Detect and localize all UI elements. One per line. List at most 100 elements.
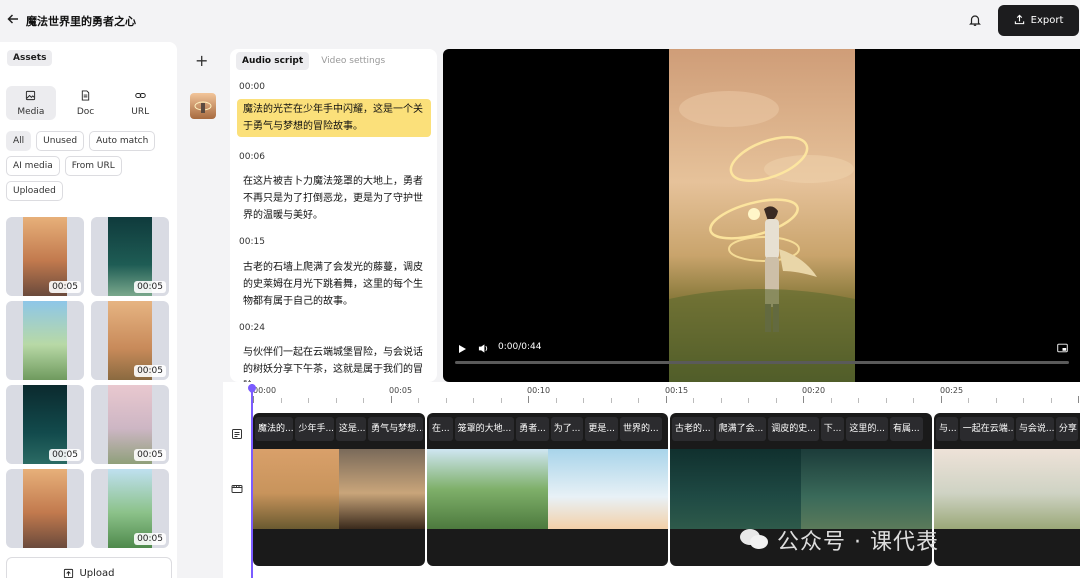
subtitle-chip[interactable]: 更是... (585, 417, 618, 441)
volume-icon[interactable] (478, 343, 489, 354)
media-thumbnail[interactable] (6, 301, 84, 380)
ruler-tick (748, 398, 749, 403)
script-tabs: Audio script Video settings (236, 52, 391, 70)
export-label: Export (1030, 15, 1064, 26)
play-icon[interactable] (457, 344, 467, 354)
ruler-label: 00:15 (665, 386, 689, 395)
assets-panel: Assets Media Doc URL All Unused Auto mat… (0, 42, 177, 578)
video-strip (670, 449, 932, 529)
subtitle-chip[interactable]: 为了... (550, 417, 584, 441)
segment-text[interactable]: 古老的石墙上爬满了会发光的藤蔓，调皮的史莱姆在月光下跳着舞，这里的每个生物都有属… (237, 257, 431, 312)
subtitle-chip[interactable]: 魔法的... (255, 417, 294, 441)
ruler-tick (858, 398, 859, 403)
filter-uploaded[interactable]: Uploaded (6, 181, 63, 201)
subtitle-chip[interactable]: 在... (429, 417, 453, 441)
video-strip (934, 449, 1080, 529)
upload-button[interactable]: Upload (6, 557, 172, 578)
segment-text[interactable]: 与伙伴们一起在云端城堡冒险，与会说话的树妖分享下午茶，这就是属于我们的冒险 (237, 342, 431, 382)
subtitle-chip[interactable]: 少年手... (295, 417, 334, 441)
subtitle-chip[interactable]: 笼罩的大地... (454, 417, 515, 441)
segment-time: 00:06 (239, 152, 265, 162)
filter-chips: All Unused Auto match AI media From URL … (6, 131, 172, 201)
subtitle-chip[interactable]: 古老的... (672, 417, 714, 441)
ruler-tick (968, 398, 969, 403)
timeline-clip[interactable]: 在... 笼罩的大地... 勇者... 为了... 更是... 世界的... (427, 413, 668, 566)
ruler-tick (390, 396, 392, 403)
ruler-tick (445, 398, 447, 403)
ruler-tick (720, 398, 722, 403)
subtitle-chip[interactable]: 一起在云端... (959, 417, 1014, 441)
tab-url[interactable]: URL (115, 86, 165, 120)
subtitle-chip[interactable]: 与会说... (1015, 417, 1054, 441)
tab-video-settings[interactable]: Video settings (315, 52, 391, 70)
add-scene-plus-icon[interactable]: + (195, 51, 208, 70)
thumbnail-duration: 00:05 (134, 365, 166, 377)
ruler-tick (1023, 398, 1024, 403)
assets-tab[interactable]: Assets (7, 50, 53, 66)
filter-all[interactable]: All (6, 131, 32, 151)
ruler-tick (555, 398, 557, 403)
video-strip (253, 449, 425, 529)
filter-unused[interactable]: Unused (36, 131, 85, 151)
video-frame-thumb (934, 449, 1080, 529)
ruler-tick (583, 398, 584, 403)
video-frame-thumb (339, 449, 425, 529)
ruler-tick (693, 398, 694, 403)
tab-media-label: Media (17, 106, 45, 117)
link-icon (134, 90, 146, 104)
media-thumbnail[interactable]: 00:05 (6, 217, 84, 296)
filter-auto-match[interactable]: Auto match (89, 131, 156, 151)
ruler-tick (885, 398, 887, 403)
segment-text[interactable]: 魔法的光芒在少年手中闪耀，这是一个关于勇气与梦想的冒险故事。 (237, 99, 431, 137)
filter-from-url[interactable]: From URL (64, 156, 122, 176)
subtitle-chip[interactable]: 这是... (335, 417, 367, 441)
segment-time: 00:00 (239, 82, 265, 92)
tab-url-label: URL (131, 106, 150, 117)
video-player[interactable]: 0:00/0:44 (443, 49, 1080, 382)
ruler-tick (308, 398, 309, 403)
ruler-tick (1050, 398, 1052, 403)
back-arrow-icon[interactable] (6, 12, 20, 26)
ruler-tick (528, 396, 529, 403)
subtitle-chip[interactable]: 下... (820, 417, 845, 441)
ruler-tick (803, 396, 804, 403)
progress-track[interactable] (455, 361, 1069, 364)
subtitle-row: 魔法的... 少年手... 这是... 勇气与梦想... (255, 417, 424, 443)
video-frame-thumb (547, 449, 668, 529)
ruler-tick (638, 398, 639, 403)
subtitle-chip[interactable]: 世界的... (619, 417, 662, 441)
filter-ai-media[interactable]: AI media (6, 156, 60, 176)
subtitle-chip[interactable]: 勇者... (516, 417, 549, 441)
subtitle-chip[interactable]: 爬满了会... (715, 417, 767, 441)
bell-icon[interactable] (968, 13, 982, 27)
script-panel: Audio script Video settings 00:00 魔法的光芒在… (230, 49, 437, 382)
media-thumbnail[interactable]: 00:05 (91, 385, 169, 464)
timeline-clip[interactable]: 魔法的... 少年手... 这是... 勇气与梦想... (253, 413, 425, 566)
media-thumbnail[interactable]: 00:05 (91, 301, 169, 380)
tab-doc[interactable]: Doc (61, 86, 111, 120)
ruler-tick (610, 398, 612, 403)
subtitle-chip[interactable]: 调皮的史... (768, 417, 819, 441)
ruler-tick (253, 396, 254, 403)
subtitle-chip[interactable]: 有属... (889, 417, 923, 441)
media-thumbnail[interactable]: 00:05 (6, 385, 84, 464)
tab-media[interactable]: Media (6, 86, 56, 120)
tab-audio-script[interactable]: Audio script (236, 52, 310, 70)
ruler-tick (1078, 396, 1079, 403)
project-title: 魔法世界里的勇者之心 (26, 15, 136, 28)
subtitle-chip[interactable]: 这里的... (846, 417, 888, 441)
picture-in-picture-icon[interactable] (1057, 343, 1068, 353)
subtitle-chip[interactable]: 分享 (1055, 417, 1078, 441)
scene-thumbnail[interactable] (190, 93, 216, 119)
subtitle-track-icon (231, 428, 243, 440)
ruler-label: 00:10 (527, 386, 551, 395)
ruler-tick (280, 398, 282, 403)
media-thumbnail[interactable]: 00:05 (91, 217, 169, 296)
subtitle-chip[interactable]: 勇气与梦想... (368, 417, 424, 441)
subtitle-chip[interactable]: 与... (936, 417, 958, 441)
export-button[interactable]: Export (998, 5, 1079, 36)
media-thumbnail[interactable]: 00:05 (91, 469, 169, 548)
watermark: 公众号 · 课代表 (723, 518, 1080, 578)
media-thumbnail[interactable] (6, 469, 84, 548)
segment-text[interactable]: 在这片被吉卜力魔法笼罩的大地上，勇者不再只是为了打倒恶龙，更是为了守护世界的温暖… (237, 171, 431, 226)
